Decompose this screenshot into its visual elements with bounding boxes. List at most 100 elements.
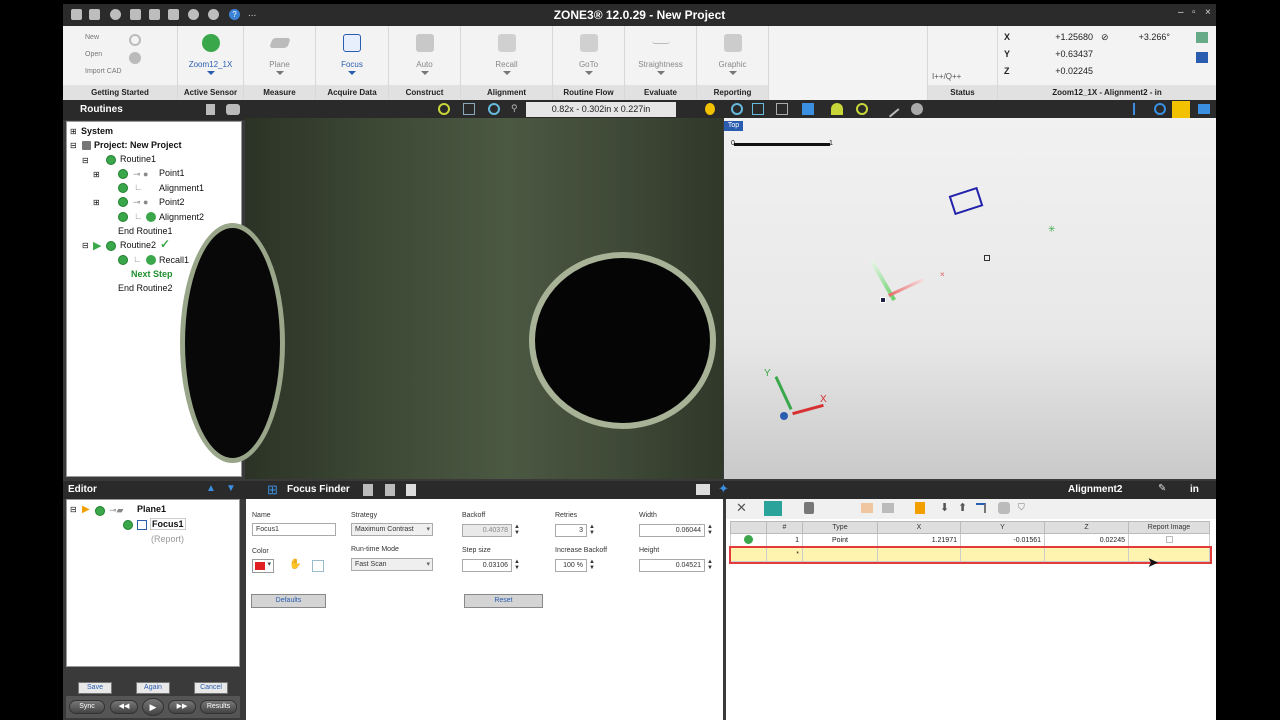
sensor-dropdown[interactable]: Zoom12_1X [178,60,243,69]
target-icon[interactable] [1154,103,1166,115]
curve-icon[interactable] [976,503,986,513]
straightness-button[interactable]: Straightness [625,60,696,69]
tree-item-alignment2[interactable]: Alignment2 [159,212,204,222]
straightness-icon[interactable] [651,34,670,44]
binoculars-icon[interactable] [226,104,240,115]
3d-view[interactable]: Top 0 1 ✳ × Y X [724,118,1216,479]
axis-icon[interactable] [1133,103,1144,115]
width-input[interactable]: 0.06044 ▲ ▼ [639,524,713,537]
gear-icon[interactable] [129,52,141,64]
target-icon[interactable] [312,560,324,572]
view-cube-icon[interactable] [776,103,788,115]
sort-icon[interactable] [915,502,925,514]
tree-item-report[interactable]: (Report) [151,534,184,544]
spinner-icon[interactable]: ▲ ▼ [514,524,520,536]
recall-icon[interactable] [497,34,516,52]
circle-tool-icon[interactable] [438,103,450,115]
new-row-x[interactable] [877,547,961,562]
spinner-icon[interactable]: ▲ ▼ [707,559,713,571]
spinner-icon[interactable]: ▲ ▼ [707,524,713,536]
document-icon[interactable] [206,104,215,115]
spinner-icon[interactable]: ▲ ▼ [589,524,595,536]
save-button[interactable]: Save [78,682,112,694]
tree-item-next-step[interactable]: Next Step [131,269,173,279]
new-button[interactable]: New [85,34,99,41]
camera-view[interactable] [185,118,723,479]
measure-line-icon[interactable] [882,100,900,118]
graphic-icon[interactable] [723,34,742,52]
tree-item-end-routine2[interactable]: End Routine2 [118,283,173,293]
recall-button[interactable]: Recall [461,60,552,69]
runtime-mode-select[interactable]: Fast Scan [351,558,433,571]
tree-item-end-routine1[interactable]: End Routine1 [118,226,173,236]
page-icon[interactable] [406,484,416,496]
fast-forward-button[interactable]: ▶▶ [168,700,196,714]
focus-icon[interactable] [343,34,361,52]
chevron-down-icon[interactable] [348,71,356,75]
fit-view-icon[interactable] [752,103,764,115]
point-marker[interactable]: ✳ [1048,224,1056,235]
plane-feature-shape[interactable] [948,186,984,216]
again-button[interactable]: Again [136,682,170,694]
rewind-button[interactable]: ◀◀ [110,700,138,714]
play-icon[interactable]: ▶ [93,239,101,252]
image-icon[interactable] [696,484,710,495]
chevron-down-icon[interactable] [420,71,429,75]
play-button[interactable]: ▶ [142,698,164,716]
collapse-all-icon[interactable] [764,501,782,516]
light-bulb-icon[interactable] [705,103,715,115]
report-image-checkbox[interactable] [1165,536,1173,543]
zoom-icon[interactable] [488,103,500,115]
pencil-icon[interactable]: ✎ [1158,483,1166,494]
plane-icon[interactable] [268,38,291,48]
move-down-icon[interactable]: ▼ [226,483,236,494]
name-input[interactable]: Focus1 [252,523,336,536]
lock-icon[interactable] [804,502,814,514]
tree-item-point2[interactable]: Point2 [159,197,185,207]
circle-feature-icon[interactable] [856,103,868,115]
graphic-button[interactable]: Graphic [697,60,768,69]
open-button[interactable]: Open [85,51,102,58]
document-icon[interactable] [385,484,395,496]
shading-icon[interactable] [831,103,843,115]
field-of-view-display[interactable]: 0.82x - 0.302in x 0.227in [526,102,676,117]
results-button[interactable]: Results [200,700,237,714]
move-up-icon[interactable]: ▲ [206,483,216,494]
table-row[interactable]: 1 Point 1.21971 -0.01561 0.02245 [730,533,1210,548]
sync-button[interactable]: Sync [69,700,105,714]
step-size-input[interactable]: 0.03106 ▲ ▼ [462,559,520,572]
goto-icon[interactable] [579,34,598,52]
new-row-type[interactable] [802,547,878,562]
export-icon[interactable] [882,503,894,513]
tree-item-routine2[interactable]: Routine2 [120,240,156,250]
backoff-input[interactable]: 0.40378 ▲ ▼ [462,524,520,537]
new-row-y[interactable] [960,547,1045,562]
spinner-icon[interactable]: ▲ ▼ [589,559,595,571]
strategy-select[interactable]: Maximum Contrast [351,523,433,536]
chevron-down-icon[interactable] [502,71,511,75]
splitter-icon[interactable]: ✦ [718,481,729,497]
import-cad-button[interactable]: Import CAD [85,68,122,75]
reset-button[interactable]: Reset [464,594,543,608]
shield-icon[interactable]: ⛉ [1018,502,1025,513]
new-row-report-image[interactable] [1128,547,1210,562]
sliders-icon[interactable] [363,484,373,496]
chevron-down-icon[interactable] [584,71,593,75]
retries-input[interactable]: 3 ▲ ▼ [555,524,595,537]
tree-item-system[interactable]: System [81,126,113,136]
play-icon[interactable]: ▶ [82,504,90,515]
chevron-down-icon[interactable] [728,71,737,75]
tree-item-plane1[interactable]: Plane1 [137,504,166,514]
chevron-down-icon[interactable] [275,71,284,75]
arrow-up-icon[interactable]: ⬆ [958,501,967,514]
color-picker[interactable]: ▾ [252,559,274,573]
grid-tool-icon[interactable] [463,103,475,115]
table-new-row[interactable]: * [728,545,1212,564]
dro-display-icon[interactable] [1196,52,1208,63]
goto-button[interactable]: GoTo [553,60,624,69]
cancel-button[interactable]: Cancel [194,682,228,694]
measure-icon[interactable] [129,34,141,46]
defaults-button[interactable]: Defaults [251,594,326,608]
tree-item-alignment1[interactable]: Alignment1 [159,183,204,193]
plane-button[interactable]: Plane [244,60,315,69]
